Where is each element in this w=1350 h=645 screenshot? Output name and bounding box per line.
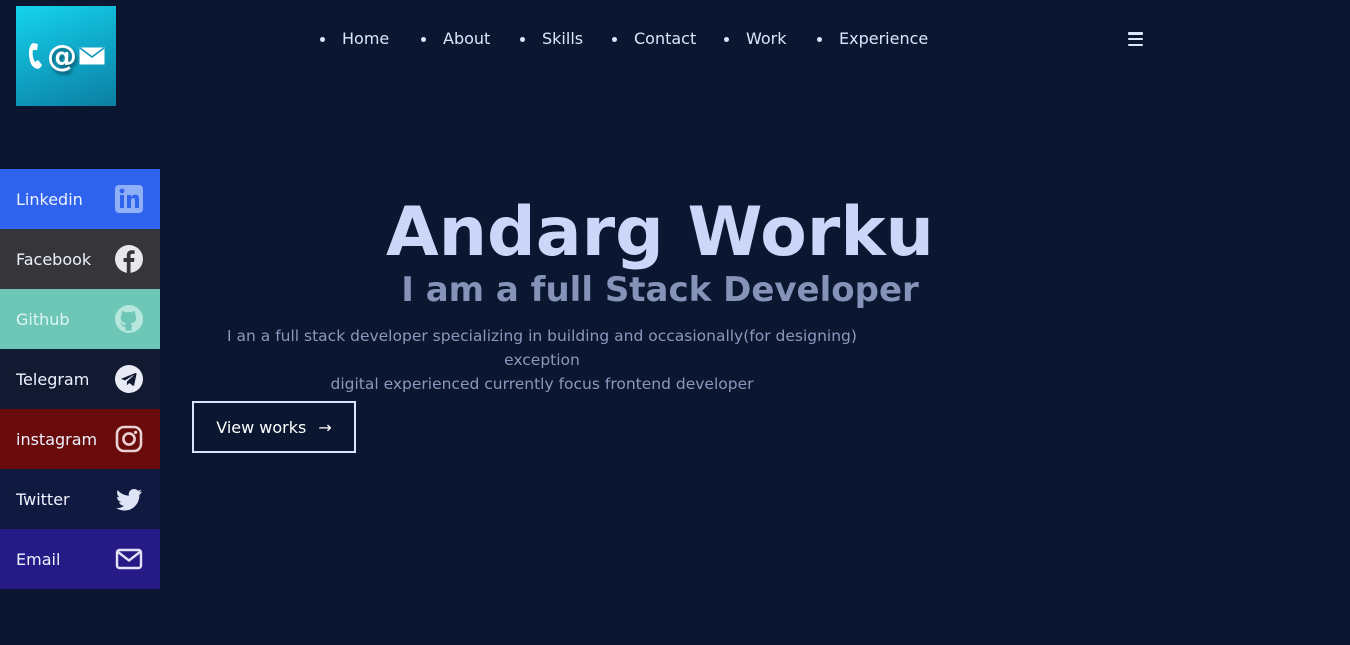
hero-description: I an a full stack developer specializing… bbox=[192, 324, 892, 396]
nav-work[interactable]: Work bbox=[724, 29, 787, 49]
top-nav: Home About Skills Contact Work Experienc… bbox=[0, 29, 1350, 49]
nav-experience[interactable]: Experience bbox=[817, 29, 928, 49]
social-twitter[interactable]: Twitter bbox=[0, 469, 160, 529]
view-works-button[interactable]: View works → bbox=[192, 401, 356, 453]
nav-work-label: Work bbox=[746, 29, 787, 48]
bullet-icon bbox=[724, 36, 729, 42]
social-telegram[interactable]: Telegram bbox=[0, 349, 160, 409]
envelope-icon bbox=[79, 47, 105, 65]
bullet-icon bbox=[320, 36, 325, 42]
nav-contact-label: Contact bbox=[634, 29, 697, 48]
bullet-icon bbox=[520, 36, 525, 42]
social-github-label: Github bbox=[16, 309, 70, 329]
portfolio-page: @ Home About Skills Contact Work Experie… bbox=[0, 0, 1350, 645]
social-email-label: Email bbox=[16, 549, 61, 569]
nav-about-label: About bbox=[443, 29, 491, 48]
bullet-icon bbox=[421, 36, 426, 42]
menu-bar bbox=[1128, 37, 1143, 41]
email-icon bbox=[114, 544, 144, 574]
hero-name: Andarg Worku bbox=[386, 193, 934, 272]
arrow-right-icon: → bbox=[318, 417, 332, 437]
menu-bar bbox=[1128, 32, 1143, 35]
nav-about[interactable]: About bbox=[421, 29, 490, 49]
instagram-icon bbox=[114, 424, 144, 454]
hero-subtitle: I am a full Stack Developer bbox=[401, 270, 919, 310]
nav-home[interactable]: Home bbox=[320, 29, 389, 49]
twitter-icon bbox=[114, 484, 144, 514]
nav-contact[interactable]: Contact bbox=[612, 29, 696, 49]
nav-skills-label: Skills bbox=[542, 29, 584, 48]
nav-skills[interactable]: Skills bbox=[520, 29, 583, 49]
hero-description-line: I an a full stack developer specializing… bbox=[227, 327, 857, 369]
site-logo[interactable]: @ bbox=[16, 6, 116, 106]
social-twitter-label: Twitter bbox=[16, 489, 70, 509]
social-instagram[interactable]: instagram bbox=[0, 409, 160, 469]
bullet-icon bbox=[612, 36, 617, 42]
social-telegram-label: Telegram bbox=[16, 369, 90, 389]
nav-home-label: Home bbox=[342, 29, 390, 48]
bullet-icon bbox=[817, 36, 822, 42]
nav-experience-label: Experience bbox=[839, 29, 929, 48]
menu-bar bbox=[1128, 43, 1143, 46]
hamburger-menu-icon[interactable] bbox=[1128, 32, 1143, 46]
social-instagram-label: instagram bbox=[16, 429, 98, 449]
telegram-icon bbox=[114, 364, 144, 394]
view-works-label: View works bbox=[216, 417, 307, 437]
social-email[interactable]: Email bbox=[0, 529, 160, 589]
hero-description-line: digital experienced currently focus fron… bbox=[330, 375, 754, 393]
